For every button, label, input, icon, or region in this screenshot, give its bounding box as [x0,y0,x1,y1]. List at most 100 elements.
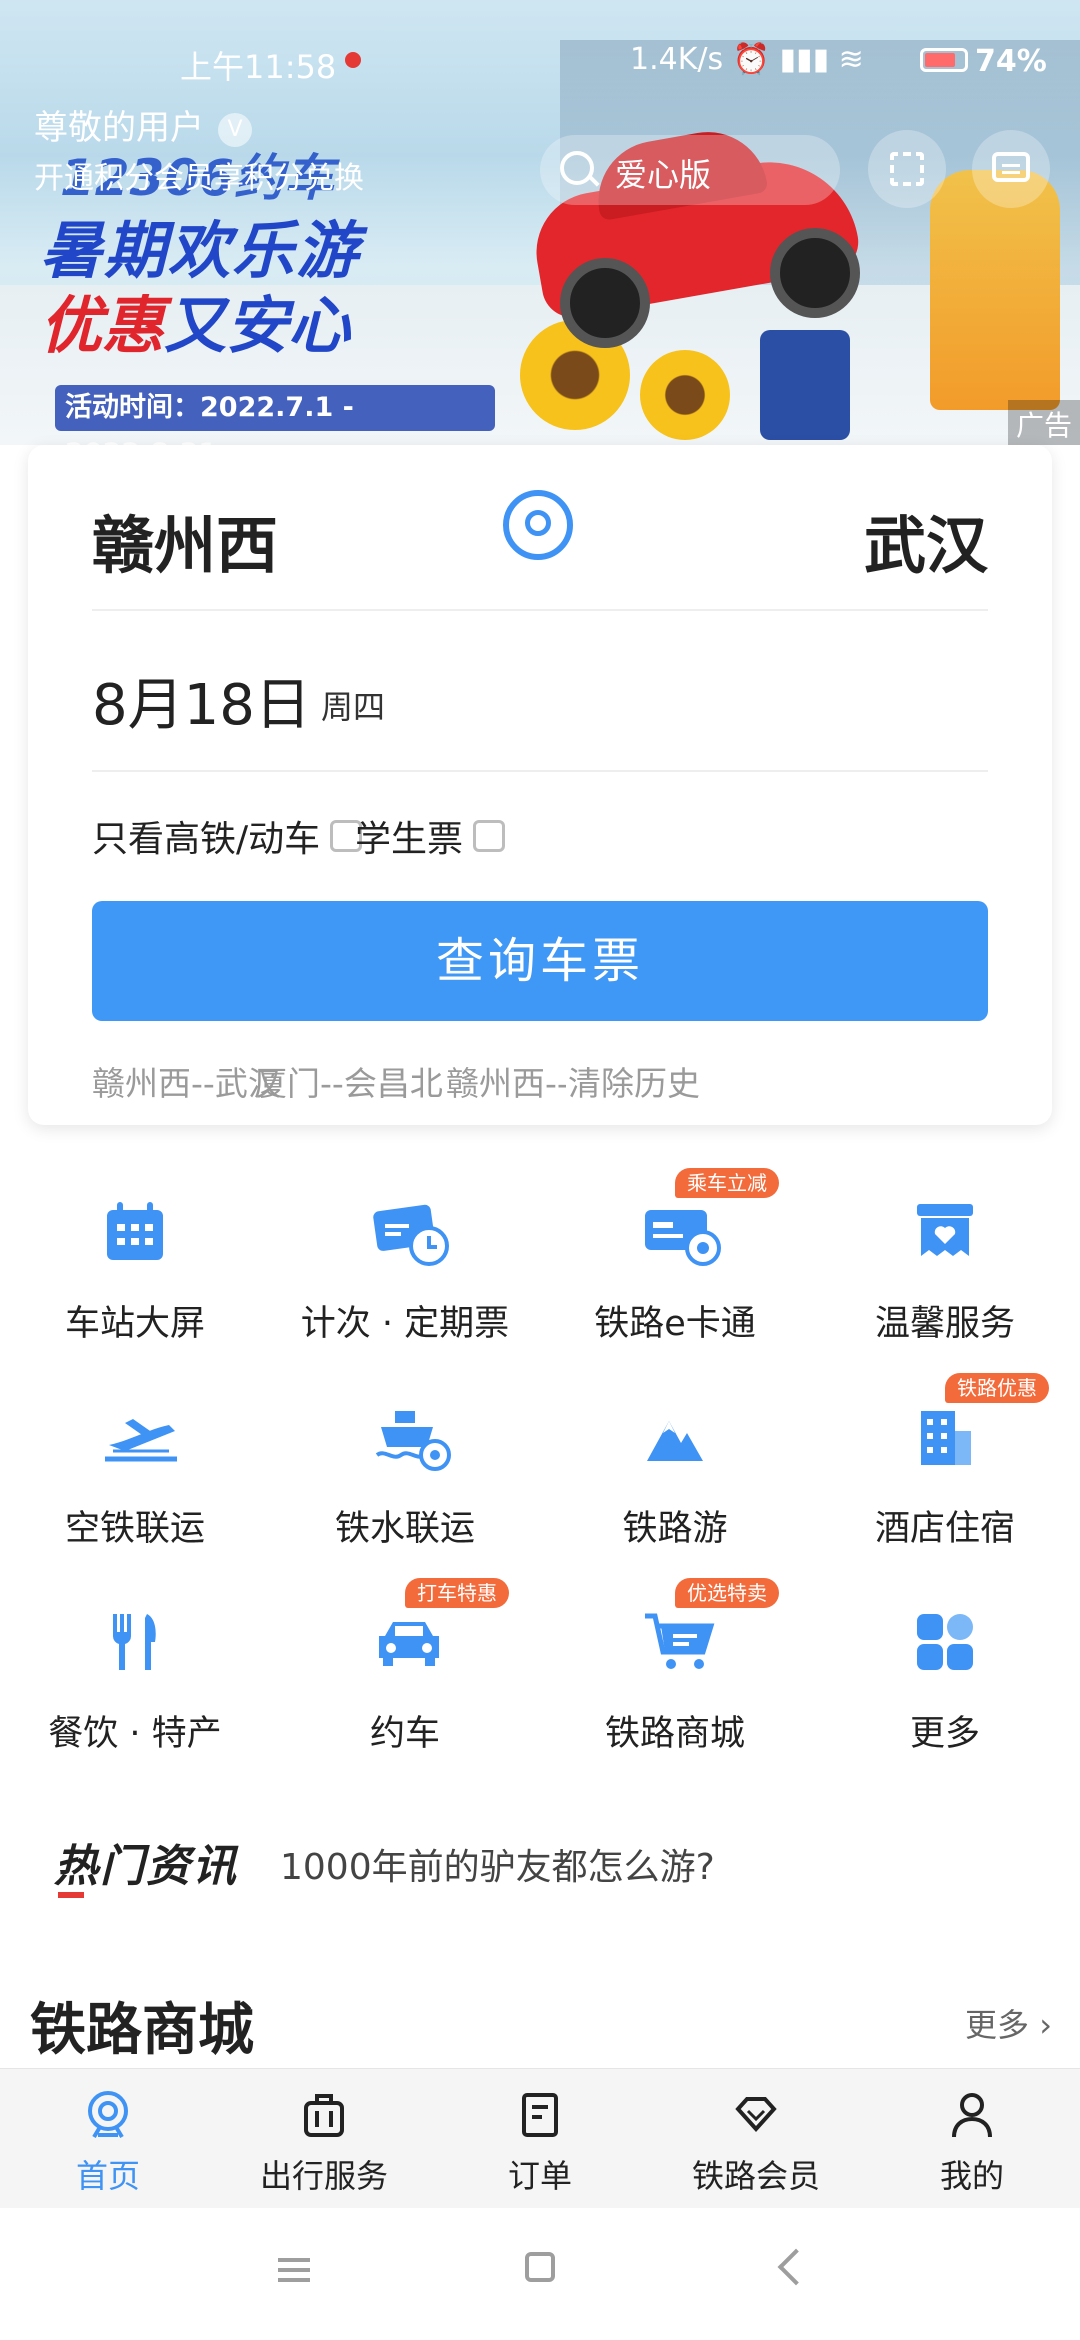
promo-tag: 乘车立减 [675,1168,779,1198]
travel-weekday: 周四 [321,688,386,726]
network-speed: 1.4K/s ⏰ ▮▮▮ ≋ [630,42,864,77]
scan-icon [890,152,924,186]
service-label: 约车 [369,1714,440,1754]
hotel-icon [913,1405,977,1469]
message-icon [992,152,1030,182]
car-wheel [770,228,860,318]
scan-button[interactable] [868,130,946,208]
luggage-icon [302,2091,346,2139]
history-item[interactable]: 厦门--会昌北 [254,1057,443,1105]
vip-badge-icon: V [218,112,252,147]
network-speed-value: 1.4K/s [630,42,724,77]
student-ticket-option[interactable]: 学生票 [355,810,506,862]
service-periodic-ticket[interactable]: 计次 · 定期票 [270,1180,540,1350]
service-label: 更多 [909,1714,980,1754]
home-icon[interactable] [525,2252,555,2282]
service-mall[interactable]: 优选特卖 铁路商城 [540,1578,810,1760]
car-wheel [560,258,650,348]
mall-more-link[interactable]: 更多 › [965,2000,1052,2046]
service-caring[interactable]: 温馨服务 [810,1180,1080,1350]
tab-label: 订单 [507,2157,572,2195]
query-tickets-button[interactable]: 查询车票 [92,901,988,1021]
tab-home[interactable]: 首页 [0,2069,216,2209]
banner-title-blue: 又安心 [164,289,351,362]
service-label: 铁路e卡通 [594,1304,756,1344]
bottom-tab-bar: 首页 出行服务 订单 铁路会员 我的 [0,2068,1080,2209]
battery-percent: 74% [975,44,1047,79]
tab-label: 铁路会员 [691,2157,820,2195]
service-label: 车站大屏 [64,1304,205,1344]
service-label: 空铁联运 [64,1509,205,1549]
clear-history-button[interactable]: 清除历史 [566,1057,700,1105]
from-station[interactable]: 赣州西 [92,495,278,585]
service-label: 餐饮 · 特产 [48,1714,222,1754]
mall-section-title: 铁路商城 [30,1998,254,2063]
ticket-search-card: 赣州西 武汉 8月18日 周四 只看高铁/动车 学生票 查询车票 赣州西--武汉… [28,445,1052,1125]
service-station-screen[interactable]: 车站大屏 [0,1180,270,1350]
mountain-icon [643,1405,707,1469]
travel-date[interactable]: 8月18日 [92,660,311,741]
ship-icon [373,1405,451,1471]
service-rail-travel[interactable]: 铁路游 [540,1385,810,1555]
student-ticket-checkbox[interactable] [473,820,506,852]
service-label: 酒店住宿 [874,1509,1015,1549]
service-label: 铁水联运 [334,1509,475,1549]
grid-icon [913,1610,977,1674]
calendar-icon [103,1200,167,1264]
banner-period: 活动时间：2022.7.1 - 2022.8.31 [55,385,495,445]
tab-label: 首页 [75,2157,140,2195]
service-ecard[interactable]: 乘车立减 铁路e卡通 [540,1168,810,1350]
record-icon [345,52,361,68]
user-icon [950,2091,994,2139]
order-icon [518,2091,562,2139]
fork-knife-icon [103,1610,167,1674]
ecard-icon [643,1200,721,1266]
service-more[interactable]: 更多 [810,1590,1080,1760]
cart-icon [643,1610,715,1674]
status-time: 上午11:58 [180,48,337,86]
to-station[interactable]: 武汉 [864,495,988,585]
hot-news-headline[interactable]: 1000年前的驴友都怎么游? [280,1838,715,1890]
user-greeting[interactable]: 尊敬的用户 V [34,100,252,149]
greeting-text: 尊敬的用户 [34,108,204,148]
plane-train-icon [103,1405,177,1469]
message-button[interactable] [972,130,1050,208]
service-label: 铁路商城 [604,1714,745,1754]
home-train-icon [86,2091,130,2139]
promo-tag: 打车特惠 [405,1578,509,1608]
battery-icon [920,48,968,72]
service-label: 温馨服务 [874,1304,1015,1344]
service-food[interactable]: 餐饮 · 特产 [0,1590,270,1760]
service-rail-water[interactable]: 铁水联运 [270,1385,540,1555]
hot-news-bar[interactable]: 热门资讯 1000年前的驴友都怎么游? [54,1830,1034,1898]
promo-tag: 铁路优惠 [945,1373,1049,1403]
car-icon [373,1610,439,1674]
search-icon [560,151,594,185]
tab-travel-services[interactable]: 出行服务 [216,2069,432,2209]
back-icon[interactable] [777,2248,815,2286]
history-item[interactable]: 赣州西--厦门 [446,1057,566,1105]
banner-title-red: 优惠 [40,289,165,362]
ticket-clock-icon [373,1200,449,1266]
tab-label: 我的 [939,2157,1004,2195]
promo-tag: 优选特卖 [675,1578,779,1608]
swap-stations-icon[interactable] [503,490,573,560]
service-car-hailing[interactable]: 打车特惠 约车 [270,1578,540,1760]
banner-title-2: 优惠又安心 [40,275,350,365]
tab-orders[interactable]: 订单 [432,2069,648,2209]
sunflower-image [640,350,730,440]
tab-profile[interactable]: 我的 [864,2069,1080,2209]
service-label: 计次 · 定期票 [300,1304,510,1344]
service-hotel[interactable]: 铁路优惠 酒店住宿 [810,1373,1080,1555]
recent-apps-icon[interactable] [278,2258,310,2282]
history-item[interactable]: 赣州西--武汉 [92,1057,281,1105]
member-promo[interactable]: 开通积分会员享积分兑换 [34,158,374,200]
divider [92,609,988,611]
tab-membership[interactable]: 铁路会员 [648,2069,864,2209]
high-speed-label: 只看高铁/动车 [92,819,321,860]
service-label: 铁路游 [622,1509,728,1549]
high-speed-only-option[interactable]: 只看高铁/动车 [92,810,363,862]
search-bar[interactable]: 爱心版 [540,135,840,205]
service-air-rail[interactable]: 空铁联运 [0,1385,270,1555]
search-label: 爱心版 [615,156,712,194]
